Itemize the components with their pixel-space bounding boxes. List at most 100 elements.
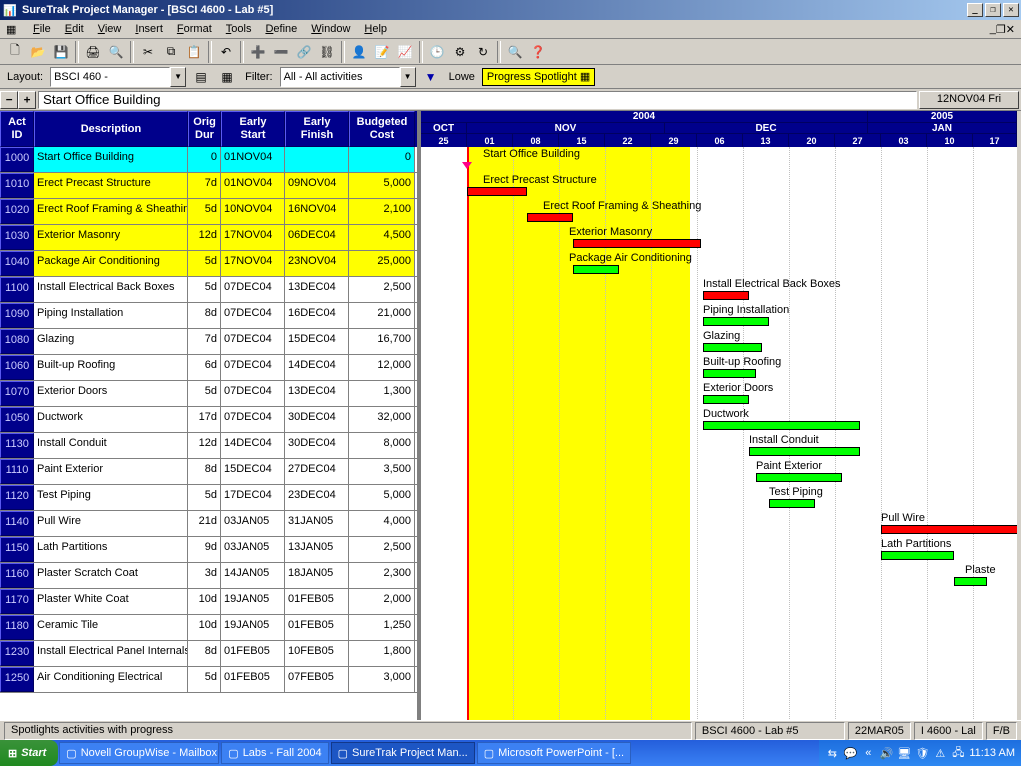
row-ef[interactable]: 07FEB05 (285, 667, 349, 692)
taskbar-button[interactable]: ▢Novell GroupWise - Mailbox (59, 742, 219, 764)
row-ef[interactable]: 13JAN05 (285, 537, 349, 562)
row-ef[interactable]: 13DEC04 (285, 277, 349, 302)
progress-spotlight-button[interactable]: Progress Spotlight ▦ (482, 68, 595, 86)
row-cost[interactable]: 2,300 (349, 563, 415, 588)
menu-define[interactable]: Define (258, 22, 304, 36)
row-ef[interactable]: 16DEC04 (285, 303, 349, 328)
table-row[interactable]: 1090Piping Installation8d07DEC0416DEC042… (0, 303, 417, 329)
row-cost[interactable]: 8,000 (349, 433, 415, 458)
open-icon[interactable]: 📂 (27, 41, 49, 63)
schedule-icon[interactable]: 🕒 (426, 41, 448, 63)
menu-help[interactable]: Help (357, 22, 394, 36)
row-id[interactable]: 1060 (0, 355, 34, 380)
row-es[interactable]: 17DEC04 (221, 485, 285, 510)
update-icon[interactable]: ↻ (472, 41, 494, 63)
row-dur[interactable]: 12d (188, 433, 221, 458)
row-desc[interactable]: Erect Precast Structure (34, 173, 188, 198)
row-id[interactable]: 1140 (0, 511, 34, 536)
row-es[interactable]: 07DEC04 (221, 381, 285, 406)
row-cost[interactable]: 4,000 (349, 511, 415, 536)
col-orig-dur[interactable]: Orig Dur (188, 111, 221, 147)
row-id[interactable]: 1250 (0, 667, 34, 692)
row-ef[interactable]: 10FEB05 (285, 641, 349, 666)
row-dur[interactable]: 21d (188, 511, 221, 536)
menu-file[interactable]: File (26, 22, 58, 36)
row-ef[interactable] (285, 147, 349, 172)
system-tray[interactable]: ⇆ 💬 « 🔊 🖥 🛡 ⚠ 🖧 11:13 AM (819, 740, 1021, 766)
minimize-button[interactable]: _ (967, 3, 983, 17)
row-ef[interactable]: 01FEB05 (285, 615, 349, 640)
row-id[interactable]: 1080 (0, 329, 34, 354)
copy-icon[interactable]: ⧉ (160, 41, 182, 63)
col-early-start[interactable]: Early Start (221, 111, 285, 147)
row-cost[interactable]: 3,000 (349, 667, 415, 692)
row-dur[interactable]: 7d (188, 329, 221, 354)
tray-chevron-icon[interactable]: « (861, 746, 875, 760)
row-desc[interactable]: Exterior Masonry (34, 225, 188, 250)
row-cost[interactable]: 1,250 (349, 615, 415, 640)
tray-icon[interactable]: 🖧 (951, 746, 965, 760)
row-es[interactable]: 17NOV04 (221, 251, 285, 276)
row-cost[interactable]: 12,000 (349, 355, 415, 380)
table-row[interactable]: 1180Ceramic Tile10d19JAN0501FEB051,250 (0, 615, 417, 641)
row-desc[interactable]: Pull Wire (34, 511, 188, 536)
row-ef[interactable]: 13DEC04 (285, 381, 349, 406)
row-dur[interactable]: 5d (188, 277, 221, 302)
tray-icon[interactable]: ⚠ (933, 746, 947, 760)
row-es[interactable]: 07DEC04 (221, 303, 285, 328)
row-dur[interactable]: 8d (188, 459, 221, 484)
table-row[interactable]: 1060Built-up Roofing6d07DEC0414DEC0412,0… (0, 355, 417, 381)
taskbar-button[interactable]: ▢Microsoft PowerPoint - [... (477, 742, 631, 764)
table-row[interactable]: 1070Exterior Doors5d07DEC0413DEC041,300 (0, 381, 417, 407)
row-dur[interactable]: 5d (188, 381, 221, 406)
row-es[interactable]: 17NOV04 (221, 225, 285, 250)
minus-button[interactable]: − (0, 91, 18, 109)
row-es[interactable]: 15DEC04 (221, 459, 285, 484)
insert-icon[interactable]: ➕ (247, 41, 269, 63)
menu-view[interactable]: View (91, 22, 129, 36)
row-desc[interactable]: Ductwork (34, 407, 188, 432)
row-id[interactable]: 1010 (0, 173, 34, 198)
link-icon[interactable]: 🔗 (293, 41, 315, 63)
taskbar-button[interactable]: ▢Labs - Fall 2004 (221, 742, 328, 764)
layout-btn1-icon[interactable]: ▤ (190, 66, 212, 88)
taskbar-button[interactable]: ▢SureTrak Project Man... (331, 742, 475, 764)
row-desc[interactable]: Ceramic Tile (34, 615, 188, 640)
row-id[interactable]: 1150 (0, 537, 34, 562)
table-row[interactable]: 1020Erect Roof Framing & Sheathing5d10NO… (0, 199, 417, 225)
tray-icon[interactable]: 💬 (843, 746, 857, 760)
gantt-bar[interactable] (756, 473, 842, 482)
row-cost[interactable]: 3,500 (349, 459, 415, 484)
row-cost[interactable]: 1,800 (349, 641, 415, 666)
row-dur[interactable]: 3d (188, 563, 221, 588)
gantt-bar[interactable] (703, 291, 749, 300)
row-dur[interactable]: 0 (188, 147, 221, 172)
table-row[interactable]: 1080Glazing7d07DEC0415DEC0416,700 (0, 329, 417, 355)
paste-icon[interactable]: 📋 (183, 41, 205, 63)
row-desc[interactable]: Test Piping (34, 485, 188, 510)
row-id[interactable]: 1120 (0, 485, 34, 510)
row-es[interactable]: 07DEC04 (221, 329, 285, 354)
table-row[interactable]: 1170Plaster White Coat10d19JAN0501FEB052… (0, 589, 417, 615)
row-desc[interactable]: Piping Installation (34, 303, 188, 328)
row-desc[interactable]: Glazing (34, 329, 188, 354)
row-ef[interactable]: 14DEC04 (285, 355, 349, 380)
table-row[interactable]: 1010Erect Precast Structure7d01NOV0409NO… (0, 173, 417, 199)
row-desc[interactable]: Install Electrical Panel Internals (34, 641, 188, 666)
col-act-id[interactable]: Act ID (0, 111, 34, 147)
gantt-bar[interactable] (703, 369, 756, 378)
row-cost[interactable]: 2,500 (349, 277, 415, 302)
row-es[interactable]: 10NOV04 (221, 199, 285, 224)
row-id[interactable]: 1160 (0, 563, 34, 588)
menu-edit[interactable]: Edit (58, 22, 91, 36)
gantt-bar[interactable] (527, 213, 573, 222)
filter-funnel-icon[interactable]: ▼ (420, 66, 442, 88)
close-button[interactable]: ✕ (1003, 3, 1019, 17)
row-ef[interactable]: 27DEC04 (285, 459, 349, 484)
row-cost[interactable]: 32,000 (349, 407, 415, 432)
table-row[interactable]: 1100Install Electrical Back Boxes5d07DEC… (0, 277, 417, 303)
gantt-bar[interactable] (881, 551, 954, 560)
row-es[interactable]: 01FEB05 (221, 641, 285, 666)
chevron-down-icon[interactable]: ▼ (170, 67, 186, 87)
row-id[interactable]: 1000 (0, 147, 34, 172)
